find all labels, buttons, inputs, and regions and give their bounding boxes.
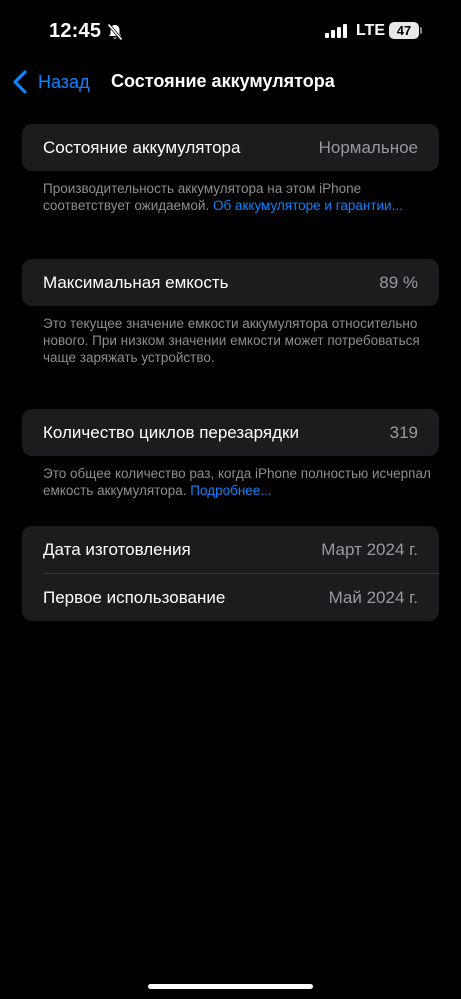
- chevron-left-icon: [13, 70, 27, 94]
- capacity-label: Максимальная емкость: [43, 272, 229, 292]
- status-time: 12:45: [49, 20, 102, 42]
- capacity-group: Максимальная емкость 89 %: [22, 259, 439, 306]
- first-use-row: Первое использование Май 2024 г.: [22, 574, 439, 621]
- back-label: Назад: [38, 71, 90, 92]
- home-indicator[interactable]: [148, 984, 313, 989]
- first-use-label: Первое использование: [43, 587, 226, 607]
- cellular-signal-icon: [325, 24, 347, 38]
- battery-cap: [420, 27, 422, 34]
- cycles-value: 319: [389, 422, 418, 442]
- cycles-group: Количество циклов перезарядки 319: [22, 409, 439, 456]
- manufacture-row: Дата изготовления Март 2024 г.: [22, 526, 439, 573]
- warranty-link[interactable]: Об аккумуляторе и гарантии...: [213, 198, 403, 213]
- capacity-value: 89 %: [379, 272, 418, 292]
- network-type: LTE: [356, 22, 386, 39]
- status-bar: 12:45 LTE 47: [0, 0, 461, 62]
- manufacture-value: Март 2024 г.: [321, 539, 418, 559]
- bell-slash-icon: [107, 23, 123, 41]
- page-title: Состояние аккумулятора: [111, 71, 335, 91]
- capacity-row: Максимальная емкость 89 %: [22, 259, 439, 306]
- cycles-label: Количество циклов перезарядки: [43, 422, 299, 442]
- battery-icon: 47: [389, 22, 419, 39]
- capacity-footnote: Это текущее значение емкости аккумулятор…: [43, 315, 433, 366]
- health-value: Нормальное: [318, 137, 418, 157]
- back-button[interactable]: Назад: [12, 68, 90, 96]
- health-row: Состояние аккумулятора Нормальное: [22, 124, 439, 171]
- manufacture-label: Дата изготовления: [43, 539, 191, 559]
- health-footnote: Производительность аккумулятора на этом …: [43, 180, 433, 214]
- battery-level: 47: [396, 23, 412, 38]
- dates-group: Дата изготовления Март 2024 г. Первое ис…: [22, 526, 439, 621]
- capacity-note: Это текущее значение емкости аккумулятор…: [43, 316, 420, 365]
- cycles-row: Количество циклов перезарядки 319: [22, 409, 439, 456]
- battery-health-screen: 12:45 LTE 47 Назад Состояние аккумулятор…: [0, 0, 461, 999]
- first-use-value: Май 2024 г.: [328, 587, 418, 607]
- health-group: Состояние аккумулятора Нормальное: [22, 124, 439, 171]
- cycles-footnote: Это общее количество раз, когда iPhone п…: [43, 465, 433, 499]
- health-label: Состояние аккумулятора: [43, 137, 241, 157]
- more-link[interactable]: Подробнее...: [190, 483, 271, 498]
